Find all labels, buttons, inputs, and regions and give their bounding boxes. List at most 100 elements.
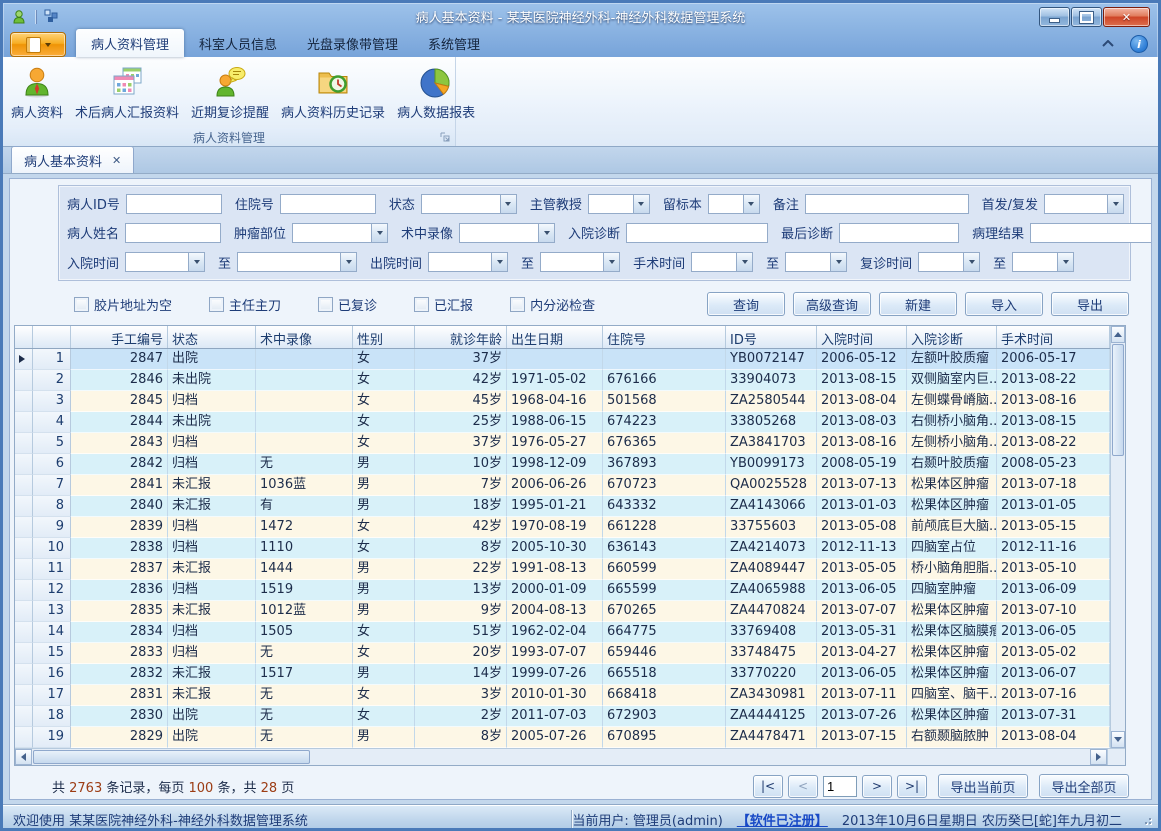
action-button[interactable]: 查询 bbox=[707, 292, 785, 316]
combo-dropdown-button[interactable] bbox=[1057, 252, 1074, 272]
prev-page-button[interactable]: < bbox=[788, 775, 818, 798]
filter-combo[interactable] bbox=[125, 252, 205, 272]
combo-input[interactable] bbox=[292, 223, 371, 243]
combo-dropdown-button[interactable] bbox=[736, 252, 753, 272]
scrollbar-track[interactable] bbox=[311, 749, 1090, 765]
column-header[interactable]: 入院诊断 bbox=[907, 326, 997, 348]
table-row[interactable]: 112837未汇报1444男22岁1991-08-13660599ZA40894… bbox=[15, 559, 1110, 580]
filter-input[interactable] bbox=[125, 223, 221, 243]
column-header[interactable]: 性别 bbox=[353, 326, 415, 348]
combo-input[interactable] bbox=[237, 252, 340, 272]
combo-input[interactable] bbox=[1044, 194, 1107, 214]
filter-combo[interactable] bbox=[785, 252, 847, 272]
close-icon[interactable]: ✕ bbox=[112, 154, 121, 167]
scroll-right-button[interactable] bbox=[1090, 749, 1107, 765]
scrollbar-thumb[interactable] bbox=[1112, 344, 1124, 456]
combo-dropdown-button[interactable] bbox=[830, 252, 847, 272]
dialog-launcher-icon[interactable] bbox=[440, 132, 451, 143]
combo-dropdown-button[interactable] bbox=[963, 252, 980, 272]
ribbon-button[interactable]: 病人资料历史记录 bbox=[275, 61, 391, 124]
ribbon-button[interactable]: 病人资料 bbox=[5, 61, 69, 124]
column-header[interactable]: 状态 bbox=[168, 326, 256, 348]
column-header[interactable]: 手术时间 bbox=[997, 326, 1110, 348]
table-row[interactable]: 102838归档1110女8岁2005-10-30636143ZA4214073… bbox=[15, 538, 1110, 559]
checkbox[interactable]: 胶片地址为空 bbox=[74, 295, 172, 314]
checkbox[interactable]: 主任主刀 bbox=[209, 295, 281, 314]
table-row[interactable]: 72841未汇报1036蓝男7岁2006-06-26670723QA002552… bbox=[15, 475, 1110, 496]
filter-combo[interactable] bbox=[421, 194, 517, 214]
filter-combo[interactable] bbox=[691, 252, 753, 272]
table-row[interactable]: 182830出院无女2岁2011-07-03672903ZA4444125201… bbox=[15, 706, 1110, 727]
page-input[interactable] bbox=[823, 776, 857, 797]
table-row[interactable]: 12847出院女37岁YB00721472006-05-12左额叶胶质瘤2006… bbox=[15, 349, 1110, 370]
first-page-button[interactable]: |< bbox=[753, 775, 783, 798]
minimize-button[interactable] bbox=[1039, 7, 1070, 27]
h-scrollbar[interactable] bbox=[15, 748, 1107, 765]
combo-input[interactable] bbox=[588, 194, 633, 214]
combo-dropdown-button[interactable] bbox=[633, 194, 650, 214]
ribbon-tab[interactable]: 病人资料管理 bbox=[76, 29, 184, 57]
next-page-button[interactable]: > bbox=[862, 775, 892, 798]
ribbon-button[interactable]: 术后病人汇报资料 bbox=[69, 61, 185, 124]
combo-input[interactable] bbox=[691, 252, 736, 272]
license-link[interactable]: 【软件已注册】 bbox=[737, 810, 828, 829]
combo-input[interactable] bbox=[540, 252, 603, 272]
scrollbar-track[interactable] bbox=[1111, 457, 1125, 731]
table-row[interactable]: 192829出院无男8岁2005-07-26670895ZA4478471201… bbox=[15, 727, 1110, 748]
filter-combo[interactable] bbox=[428, 252, 508, 272]
table-row[interactable]: 62842归档无男10岁1998-12-09367893YB0099173200… bbox=[15, 454, 1110, 475]
column-header[interactable]: 出生日期 bbox=[507, 326, 603, 348]
maximize-button[interactable] bbox=[1071, 7, 1102, 27]
combo-input[interactable] bbox=[421, 194, 500, 214]
filter-input[interactable] bbox=[126, 194, 222, 214]
table-row[interactable]: 92839归档1472女42岁1970-08-19661228337556032… bbox=[15, 517, 1110, 538]
action-button[interactable]: 高级查询 bbox=[793, 292, 871, 316]
filter-input[interactable] bbox=[1030, 223, 1152, 243]
combo-input[interactable] bbox=[459, 223, 538, 243]
column-header[interactable]: 住院号 bbox=[603, 326, 726, 348]
table-row[interactable]: 122836归档1519男13岁2000-01-09665599ZA406598… bbox=[15, 580, 1110, 601]
table-row[interactable]: 132835未汇报1012蓝男9岁2004-08-13670265ZA44708… bbox=[15, 601, 1110, 622]
filter-input[interactable] bbox=[839, 223, 959, 243]
filter-combo[interactable] bbox=[708, 194, 760, 214]
combo-dropdown-button[interactable] bbox=[340, 252, 357, 272]
scroll-left-button[interactable] bbox=[15, 749, 32, 765]
table-row[interactable]: 142834归档1505女51岁1962-02-0466477533769408… bbox=[15, 622, 1110, 643]
layout-icon[interactable] bbox=[44, 9, 59, 24]
checkbox[interactable]: 内分泌检查 bbox=[510, 295, 595, 314]
column-header[interactable]: 手工编号 bbox=[71, 326, 168, 348]
combo-input[interactable] bbox=[428, 252, 491, 272]
checkbox-box[interactable] bbox=[510, 297, 525, 312]
filter-input[interactable] bbox=[280, 194, 376, 214]
combo-dropdown-button[interactable] bbox=[603, 252, 620, 272]
app-icon[interactable] bbox=[11, 9, 27, 25]
filter-combo[interactable] bbox=[1012, 252, 1074, 272]
export-all-button[interactable]: 导出全部页 bbox=[1039, 774, 1129, 798]
filter-combo[interactable] bbox=[918, 252, 980, 272]
table-row[interactable]: 32845归档女45岁1968-04-16501568ZA25805442013… bbox=[15, 391, 1110, 412]
scroll-up-button[interactable] bbox=[1111, 326, 1125, 343]
combo-input[interactable] bbox=[125, 252, 188, 272]
ribbon-button[interactable]: 病人数据报表 bbox=[391, 61, 481, 124]
filter-combo[interactable] bbox=[540, 252, 620, 272]
export-current-button[interactable]: 导出当前页 bbox=[938, 774, 1028, 798]
table-row[interactable]: 22846未出院女42岁1971-05-02676166339040732013… bbox=[15, 370, 1110, 391]
info-icon[interactable]: i bbox=[1130, 35, 1148, 53]
resize-grip[interactable] bbox=[1140, 813, 1152, 825]
filter-input[interactable] bbox=[626, 223, 768, 243]
filter-combo[interactable] bbox=[1044, 194, 1124, 214]
action-button[interactable]: 导入 bbox=[965, 292, 1043, 316]
checkbox-box[interactable] bbox=[318, 297, 333, 312]
checkbox[interactable]: 已复诊 bbox=[318, 295, 377, 314]
ribbon-tab[interactable]: 光盘录像带管理 bbox=[292, 29, 413, 57]
table-row[interactable]: 172831未汇报无女3岁2010-01-30668418ZA343098120… bbox=[15, 685, 1110, 706]
scroll-down-button[interactable] bbox=[1111, 731, 1125, 748]
column-header[interactable]: 入院时间 bbox=[817, 326, 907, 348]
ribbon-tab[interactable]: 科室人员信息 bbox=[184, 29, 292, 57]
column-header[interactable]: 就诊年龄 bbox=[415, 326, 507, 348]
action-button[interactable]: 新建 bbox=[879, 292, 957, 316]
combo-dropdown-button[interactable] bbox=[743, 194, 760, 214]
scrollbar-thumb[interactable] bbox=[33, 750, 310, 764]
ribbon-tab[interactable]: 系统管理 bbox=[413, 29, 495, 57]
combo-input[interactable] bbox=[708, 194, 743, 214]
